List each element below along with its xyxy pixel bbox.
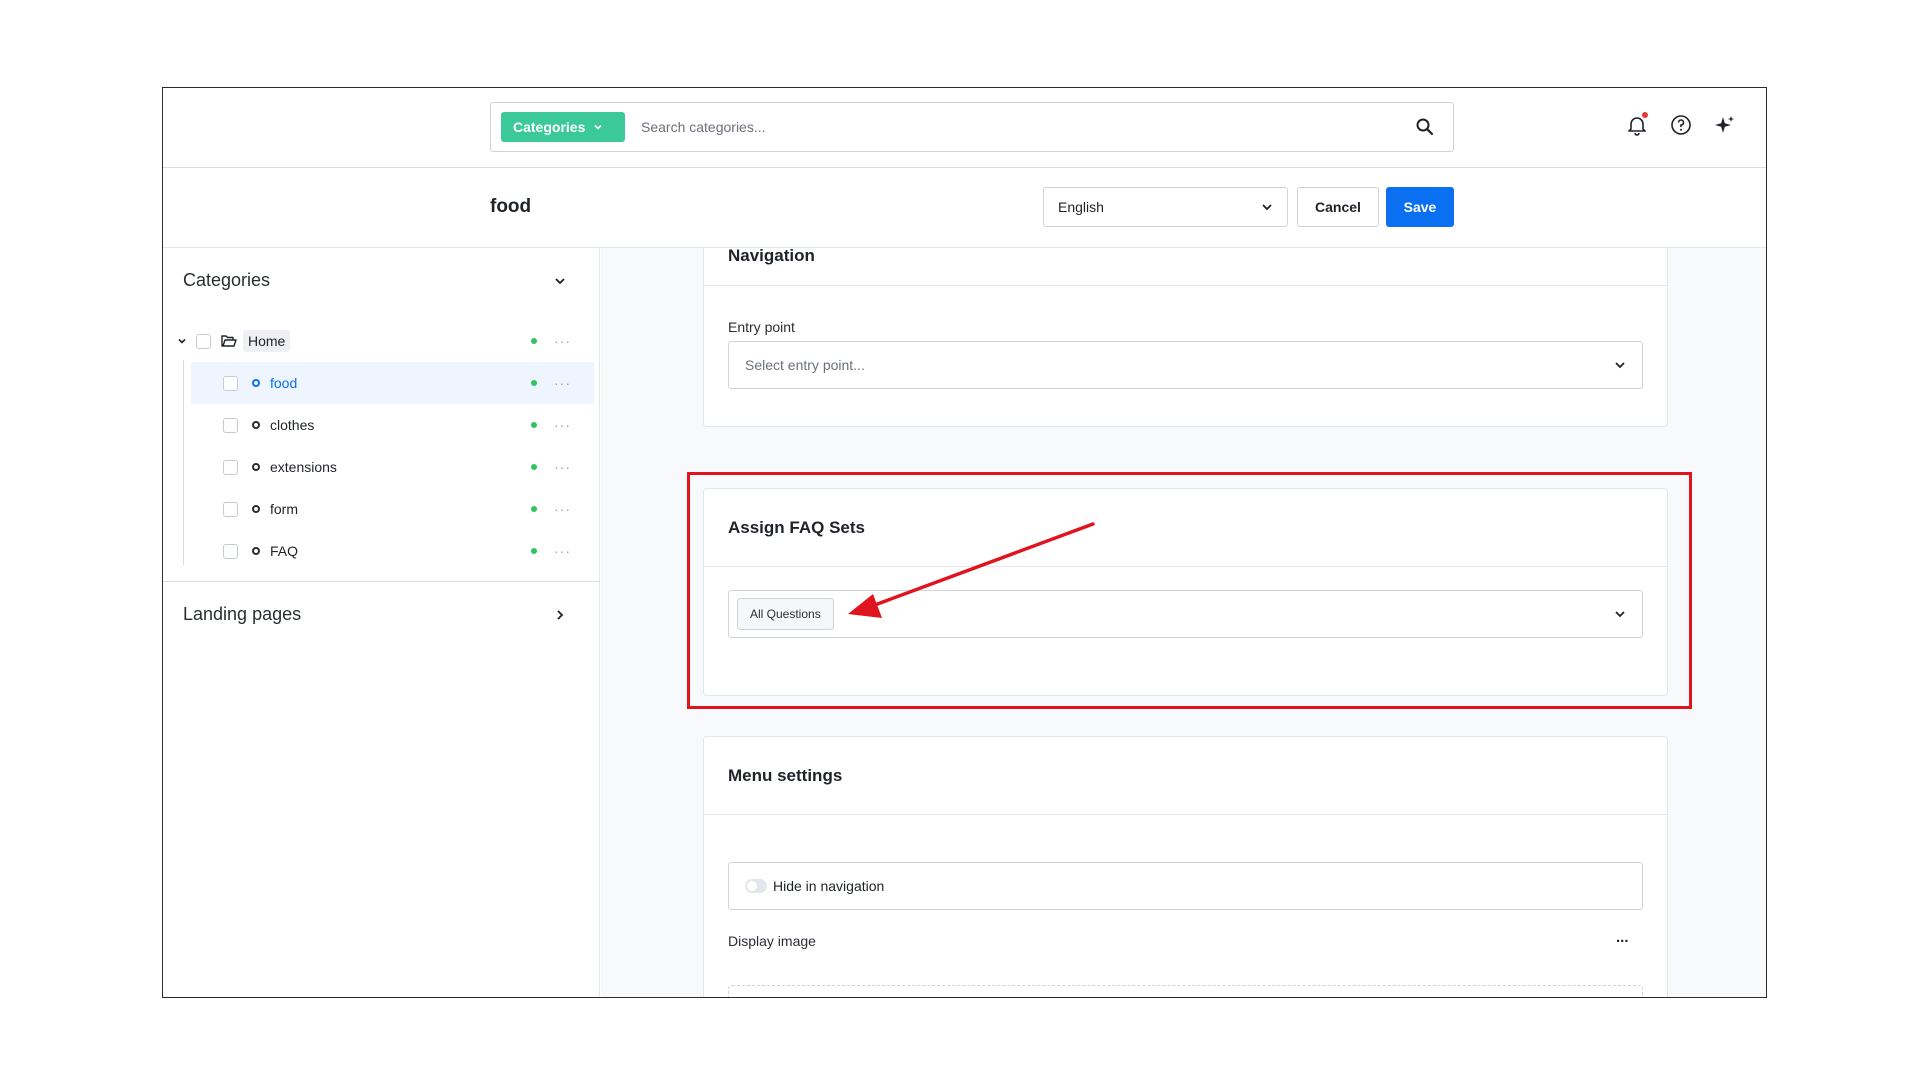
- checkbox[interactable]: [196, 333, 211, 349]
- save-button[interactable]: Save: [1386, 187, 1454, 227]
- tree-guide-line: [183, 360, 184, 565]
- tree-label-food[interactable]: food: [270, 375, 297, 391]
- tree-row-home[interactable]: Home ···: [163, 320, 600, 362]
- navigation-title: Navigation: [728, 248, 815, 265]
- tree-row-food[interactable]: food ···: [191, 362, 594, 404]
- notification-dot: [1642, 112, 1648, 118]
- top-icons: [1626, 112, 1736, 136]
- tree-row-faq[interactable]: FAQ ···: [163, 530, 600, 572]
- main-content: Navigation Entry point Select entry poin…: [601, 248, 1766, 997]
- top-bar: Categories: [163, 88, 1766, 168]
- folder-open-icon: [221, 335, 237, 347]
- search-bar: Categories: [490, 102, 1454, 152]
- categories-heading[interactable]: Categories: [183, 270, 270, 291]
- faq-sets-card: Assign FAQ Sets All Questions: [703, 488, 1668, 696]
- more-icon[interactable]: ···: [554, 502, 571, 516]
- divider: [163, 581, 600, 582]
- status-dot: [531, 422, 537, 428]
- tree-label-extensions[interactable]: extensions: [270, 459, 337, 475]
- faq-sets-select[interactable]: All Questions: [728, 590, 1643, 638]
- more-icon[interactable]: ···: [554, 334, 571, 348]
- sidebar: Categories Home ··· food ··· clothes ···…: [163, 248, 600, 997]
- faq-set-tag[interactable]: All Questions: [737, 598, 834, 630]
- tree-row-clothes[interactable]: clothes ···: [163, 404, 600, 446]
- page-header: food English Cancel Save: [163, 168, 1766, 248]
- node-dot-icon: [252, 421, 260, 429]
- search-input[interactable]: [641, 111, 1381, 143]
- landing-pages-heading[interactable]: Landing pages: [183, 604, 301, 625]
- hide-navigation-label: Hide in navigation: [773, 878, 885, 894]
- more-icon[interactable]: ···: [554, 376, 571, 390]
- ai-assist-button[interactable]: [1714, 114, 1736, 136]
- divider: [704, 285, 1667, 286]
- checkbox[interactable]: [223, 417, 238, 433]
- hide-navigation-field[interactable]: Hide in navigation: [728, 862, 1643, 910]
- tree-label-clothes[interactable]: clothes: [270, 417, 314, 433]
- node-dot-icon: [252, 463, 260, 471]
- chevron-down-icon: [1615, 611, 1625, 618]
- help-button[interactable]: [1670, 114, 1692, 136]
- hide-navigation-toggle[interactable]: [745, 879, 767, 893]
- chevron-right-icon[interactable]: [553, 608, 567, 622]
- chevron-down-icon[interactable]: [177, 336, 187, 346]
- checkbox[interactable]: [223, 459, 238, 475]
- notifications-button[interactable]: [1626, 112, 1648, 136]
- tree-row-extensions[interactable]: extensions ···: [163, 446, 600, 488]
- chevron-down-icon: [1262, 204, 1272, 211]
- status-dot: [531, 464, 537, 470]
- status-dot: [531, 380, 537, 386]
- more-icon[interactable]: ···: [554, 460, 571, 474]
- divider: [704, 566, 1667, 567]
- tree-label-faq[interactable]: FAQ: [270, 543, 298, 559]
- chevron-down-icon[interactable]: [553, 274, 567, 288]
- language-select[interactable]: English: [1043, 187, 1288, 227]
- checkbox[interactable]: [223, 375, 238, 391]
- language-value: English: [1058, 199, 1104, 215]
- status-dot: [531, 548, 537, 554]
- category-tree: Home ··· food ··· clothes ··· extensions…: [163, 320, 600, 572]
- more-icon[interactable]: ···: [554, 418, 571, 432]
- checkbox[interactable]: [223, 501, 238, 517]
- status-dot: [531, 338, 537, 344]
- display-image-label: Display image: [728, 933, 816, 949]
- entry-point-select[interactable]: Select entry point...: [728, 341, 1643, 389]
- node-dot-icon: [252, 379, 260, 387]
- tree-label-home[interactable]: Home: [243, 330, 291, 352]
- category-filter-label: Categories: [513, 119, 586, 135]
- menu-settings-card: Menu settings Hide in navigation Display…: [703, 736, 1668, 997]
- checkbox[interactable]: [223, 543, 238, 559]
- tree-row-form[interactable]: form ···: [163, 488, 600, 530]
- faq-sets-title: Assign FAQ Sets: [728, 518, 865, 537]
- navigation-card: Navigation Entry point Select entry poin…: [703, 248, 1668, 427]
- entry-point-label: Entry point: [728, 319, 795, 335]
- node-dot-icon: [252, 547, 260, 555]
- entry-point-placeholder: Select entry point...: [745, 357, 865, 373]
- page-title: food: [490, 196, 532, 217]
- cancel-button[interactable]: Cancel: [1297, 187, 1379, 227]
- image-dropzone[interactable]: [728, 985, 1643, 997]
- app-window: Categories food English Cancel S: [162, 87, 1767, 998]
- more-icon[interactable]: ···: [554, 544, 571, 558]
- status-dot: [531, 506, 537, 512]
- more-icon[interactable]: ...: [1616, 929, 1629, 946]
- search-icon[interactable]: [1415, 117, 1435, 137]
- sparkle-icon: [1715, 116, 1734, 133]
- category-filter-button[interactable]: Categories: [501, 112, 625, 142]
- help-icon: [1671, 115, 1691, 135]
- chevron-down-icon: [1615, 362, 1625, 369]
- divider: [704, 814, 1667, 815]
- chevron-down-icon: [594, 124, 602, 130]
- tree-label-form[interactable]: form: [270, 501, 298, 517]
- menu-settings-title: Menu settings: [728, 766, 843, 785]
- node-dot-icon: [252, 505, 260, 513]
